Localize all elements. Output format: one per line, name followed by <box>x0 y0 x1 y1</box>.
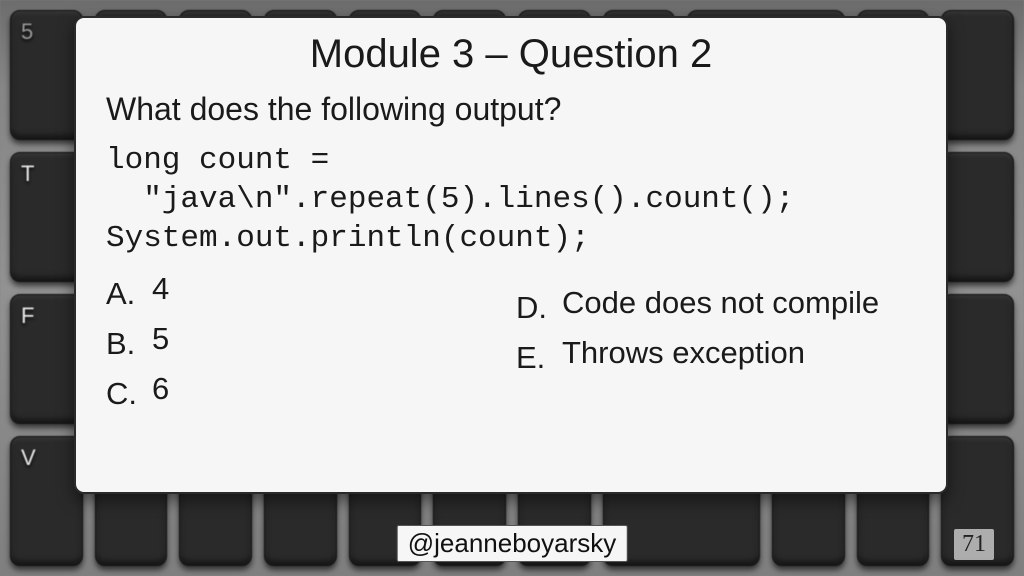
answer-text: 6 <box>152 370 476 418</box>
code-block: long count = "java\n".repeat(5).lines().… <box>106 142 916 258</box>
answer-letter: B. <box>106 320 140 368</box>
answer-e: E. Throws exception <box>516 334 916 382</box>
answer-text: 4 <box>152 270 476 318</box>
answer-d: D. Code does not compile <box>516 284 916 332</box>
key: F <box>10 294 83 424</box>
answer-letter: E. <box>516 334 550 382</box>
answer-text: 5 <box>152 320 476 368</box>
answer-text: Throws exception <box>562 334 916 382</box>
key: 5 <box>10 10 83 140</box>
answer-text: Code does not compile <box>562 284 916 332</box>
slide-number: 71 <box>954 529 994 560</box>
question-text: What does the following output? <box>106 91 916 128</box>
slide-card: Module 3 – Question 2 What does the foll… <box>74 16 948 494</box>
presenter-handle: @jeanneboyarsky <box>397 525 628 562</box>
key <box>941 10 1014 140</box>
answer-c: C. 6 <box>106 370 476 418</box>
key <box>941 152 1014 282</box>
answers-right-col: D. Code does not compile E. Throws excep… <box>516 270 916 420</box>
answer-letter: A. <box>106 270 140 318</box>
answers-area: A. 4 B. 5 C. 6 D. Code does not compile … <box>106 270 916 420</box>
key: T <box>10 152 83 282</box>
answers-left-col: A. 4 B. 5 C. 6 <box>106 270 476 420</box>
answer-letter: C. <box>106 370 140 418</box>
answer-a: A. 4 <box>106 270 476 318</box>
key <box>941 294 1014 424</box>
answer-b: B. 5 <box>106 320 476 368</box>
slide-title: Module 3 – Question 2 <box>106 32 916 77</box>
key: V <box>10 436 83 566</box>
answer-letter: D. <box>516 284 550 332</box>
